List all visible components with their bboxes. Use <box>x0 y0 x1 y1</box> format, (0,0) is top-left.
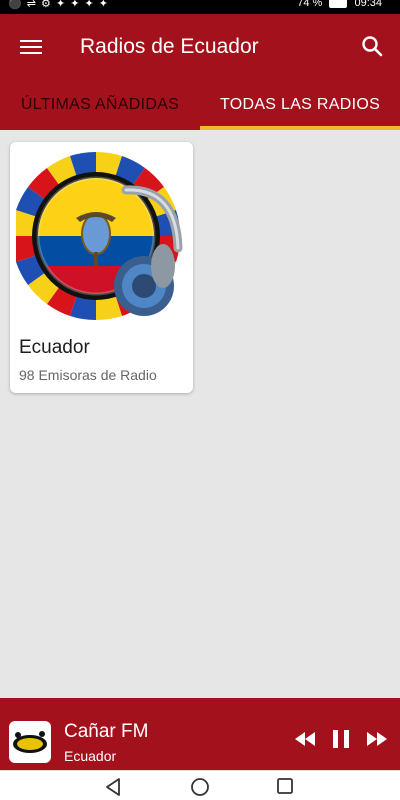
country-card-ecuador[interactable]: Ecuador 98 Emisoras de Radio <box>10 142 193 393</box>
system-nav-bar <box>0 770 400 800</box>
app-bar: Radios de Ecuador <box>0 14 400 80</box>
pause-icon[interactable] <box>331 728 351 750</box>
battery-percent: 74 % <box>297 0 323 9</box>
station-logo <box>9 721 51 763</box>
station-country: Ecuador <box>64 748 117 764</box>
card-subtitle: 98 Emisoras de Radio <box>19 367 157 383</box>
menu-icon[interactable] <box>20 38 42 56</box>
tab-ultimas-anadidas[interactable]: ÚLTIMAS AÑADIDAS <box>0 80 200 130</box>
search-icon[interactable] <box>360 34 384 58</box>
tab-todas-las-radios[interactable]: TODAS LAS RADIOS <box>200 80 400 130</box>
mini-player[interactable]: Cañar FM Ecuador <box>0 698 400 770</box>
status-time: 09:34 <box>354 0 382 9</box>
status-bar: ⚫ ⇌ ⚙ ✦ ✦ ✦ ✦ 74 % 09:34 <box>0 0 400 14</box>
recent-apps-icon[interactable] <box>276 777 294 795</box>
app-title: Radios de Ecuador <box>80 35 259 58</box>
battery-icon <box>329 0 348 8</box>
canar-fm-logo <box>13 731 47 753</box>
status-icons: ⚫ ⇌ ⚙ ✦ ✦ ✦ ✦ <box>8 0 109 10</box>
radio-grid: Ecuador 98 Emisoras de Radio <box>0 130 400 698</box>
status-info: 74 % 09:34 <box>297 0 382 9</box>
tab-bar: ÚLTIMAS AÑADIDAS TODAS LAS RADIOS <box>0 80 400 130</box>
station-title: Cañar FM <box>64 721 149 742</box>
back-icon[interactable] <box>104 777 124 797</box>
ecuador-flag-headphones-logo <box>16 151 183 321</box>
home-icon[interactable] <box>190 777 210 797</box>
card-title: Ecuador <box>19 337 90 358</box>
fast-forward-icon[interactable] <box>366 728 388 750</box>
rewind-icon[interactable] <box>294 728 316 750</box>
